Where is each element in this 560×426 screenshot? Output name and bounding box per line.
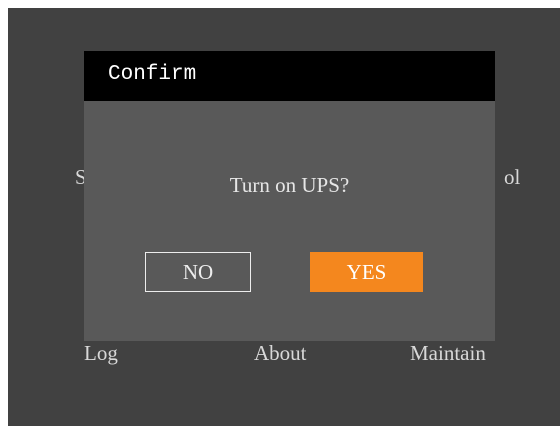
confirm-dialog: Confirm Turn on UPS? NO YES (84, 51, 495, 341)
menu-item-about[interactable]: About (254, 341, 307, 365)
menu-item-log[interactable]: Log (84, 341, 118, 365)
lcd-screen: S ol Log About Maintain Confirm Turn on … (8, 8, 560, 426)
dialog-titlebar: Confirm (84, 51, 495, 101)
dialog-message: Turn on UPS? (229, 173, 350, 197)
no-button[interactable]: NO (145, 252, 251, 292)
menu-item-maintain[interactable]: Maintain (410, 341, 486, 365)
menu-item-partial-right[interactable]: ol (504, 165, 520, 189)
yes-button[interactable]: YES (310, 252, 423, 292)
dialog-title: Confirm (108, 63, 197, 86)
